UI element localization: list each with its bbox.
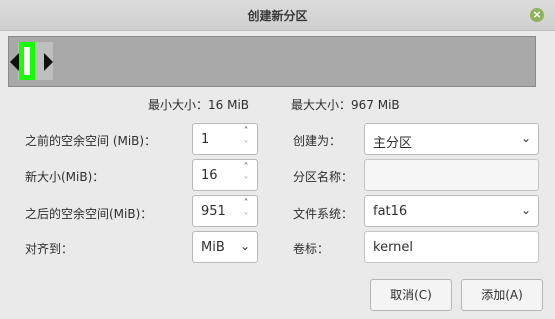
filesystem-value: fat16 — [373, 204, 408, 219]
partition-preview[interactable] — [8, 36, 536, 87]
align-to-select[interactable]: MiB ⌄ — [192, 231, 258, 263]
new-size-label: 新大小(MiB)： — [25, 170, 105, 184]
max-size-label: 最大大小：967 MiB — [291, 98, 400, 112]
increment-icon[interactable]: ˄ — [240, 198, 252, 210]
resize-right-handle-icon[interactable] — [44, 53, 53, 71]
new-size-value: 16 — [201, 168, 218, 183]
free-before-label: 之前的空余空间 (MiB)： — [25, 134, 157, 148]
free-after-spinbox[interactable]: 951 ˄ ˅ — [192, 195, 258, 227]
align-to-value: MiB — [201, 240, 225, 255]
filesystem-select[interactable]: fat16 ⌄ — [364, 195, 539, 227]
chevron-down-icon: ⌄ — [520, 203, 531, 217]
create-as-label: 创建为： — [293, 134, 342, 148]
align-to-label: 对齐到： — [25, 242, 74, 256]
free-before-spinbox[interactable]: 1 ˄ ˅ — [192, 123, 258, 155]
volume-label-value: kernel — [373, 240, 414, 255]
chevron-down-icon: ⌄ — [520, 131, 531, 145]
title-bar: 创建新分区 × — [0, 0, 555, 31]
dialog-title: 创建新分区 — [247, 9, 308, 23]
free-after-value: 951 — [201, 204, 226, 219]
decrement-icon[interactable]: ˅ — [240, 212, 252, 224]
add-button[interactable]: 添加(A) — [461, 279, 543, 311]
free-before-value: 1 — [201, 132, 210, 147]
create-as-select[interactable]: 主分区 ⌄ — [364, 123, 539, 155]
partition-box[interactable] — [19, 42, 35, 80]
increment-icon[interactable]: ˄ — [240, 162, 252, 174]
min-size-label: 最小大小：16 MiB — [148, 98, 250, 112]
volume-label-input[interactable]: kernel — [364, 231, 539, 263]
chevron-down-icon: ⌄ — [239, 239, 250, 253]
partition-name-input[interactable] — [364, 159, 539, 191]
create-as-value: 主分区 — [373, 136, 413, 151]
close-icon[interactable]: × — [530, 8, 544, 22]
decrement-icon[interactable]: ˅ — [240, 140, 252, 152]
volume-label-label: 卷标： — [293, 242, 330, 256]
partition-name-label: 分区名称： — [293, 170, 354, 184]
filesystem-label: 文件系统： — [293, 207, 354, 221]
increment-icon[interactable]: ˄ — [240, 126, 252, 138]
new-size-spinbox[interactable]: 16 ˄ ˅ — [192, 159, 258, 191]
cancel-button[interactable]: 取消(C) — [370, 279, 452, 311]
resize-left-handle-icon[interactable] — [10, 53, 19, 71]
decrement-icon[interactable]: ˅ — [240, 176, 252, 188]
free-after-label: 之后的空余空间(MiB)： — [25, 207, 153, 221]
